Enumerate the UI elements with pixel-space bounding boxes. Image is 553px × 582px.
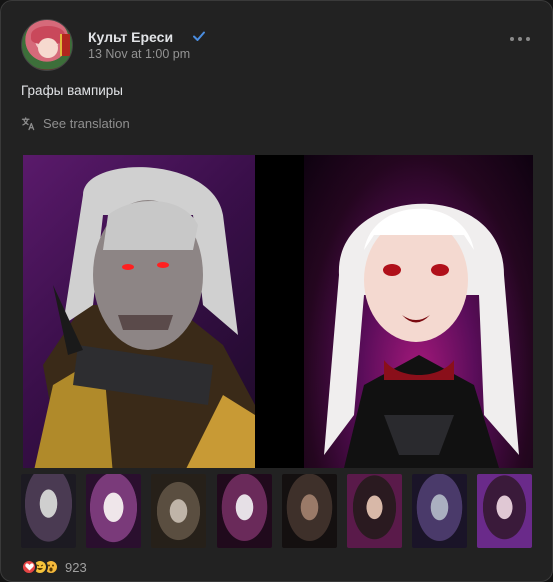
reaction-count: 923	[65, 559, 87, 575]
vampire-countess-illustration	[324, 203, 519, 468]
photo-undead-vampire[interactable]	[23, 155, 255, 468]
heart-icon	[21, 559, 37, 575]
translate-icon	[21, 116, 35, 130]
verified-check-icon	[193, 31, 205, 41]
thumbnail-1[interactable]	[21, 474, 76, 548]
post-card: Культ Ереси 13 Nov at 1:00 pm Графы вамп…	[0, 0, 553, 582]
photo-vampire-countess[interactable]	[304, 155, 533, 468]
thumbnail-5[interactable]	[282, 474, 337, 548]
more-options-icon[interactable]	[510, 37, 530, 43]
thumbnail-4[interactable]	[217, 474, 272, 548]
thumbnail-8[interactable]	[477, 474, 532, 548]
post-date[interactable]: 13 Nov at 1:00 pm	[88, 47, 190, 61]
photo-grid	[23, 155, 533, 468]
photo-thumbnails	[21, 474, 534, 548]
thumbnail-7[interactable]	[412, 474, 467, 548]
thumbnail-2[interactable]	[86, 474, 141, 548]
thumbnail-6[interactable]	[347, 474, 402, 548]
see-translation-link[interactable]: See translation	[21, 114, 130, 132]
thumbnail-3[interactable]	[151, 474, 206, 548]
post-text: Графы вампиры	[21, 83, 124, 98]
author-name[interactable]: Культ Ереси	[88, 29, 173, 45]
undead-vampire-illustration	[34, 167, 255, 468]
reactions-bar[interactable]: 923	[21, 558, 87, 576]
author-avatar[interactable]	[21, 19, 73, 71]
see-translation-label: See translation	[43, 115, 130, 131]
post-header: Культ Ереси 13 Nov at 1:00 pm	[21, 19, 536, 71]
